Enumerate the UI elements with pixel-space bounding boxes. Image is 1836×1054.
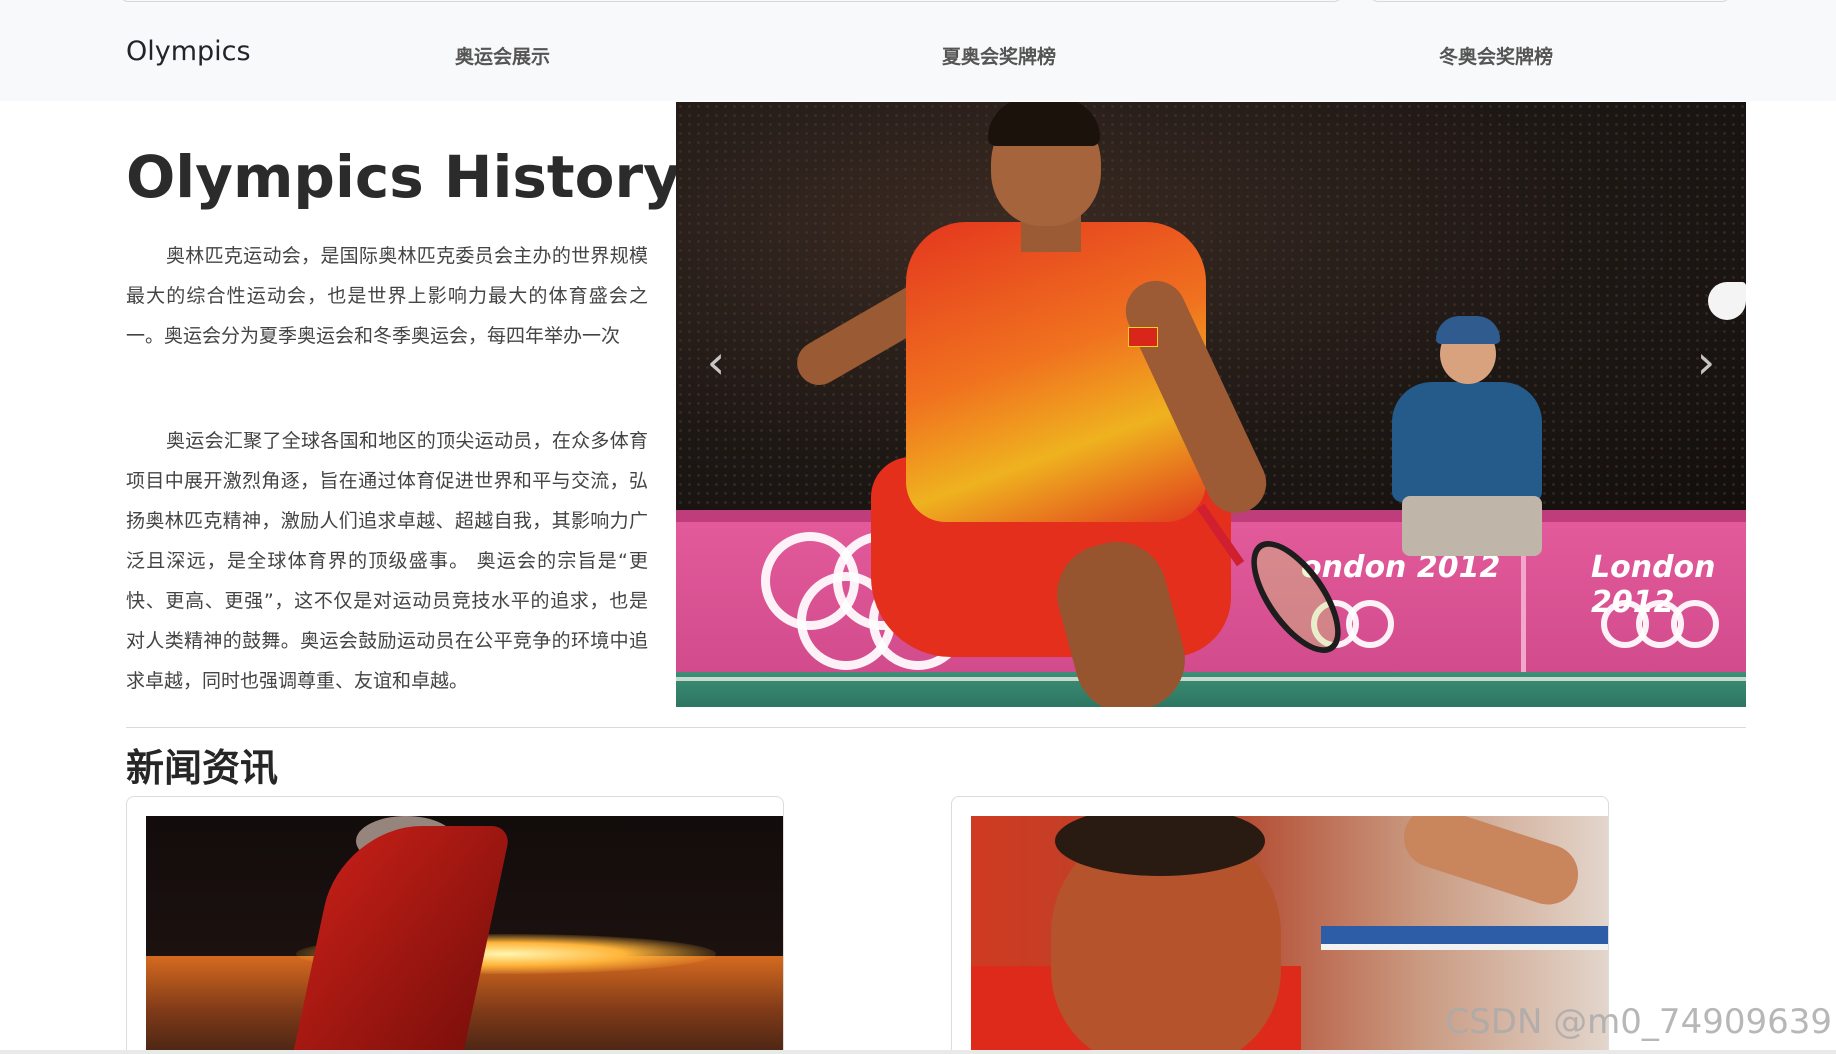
browser-bar-edge (1370, 0, 1730, 2)
nav-link-summer-medal-table[interactable]: 夏奥会奖牌榜 (942, 42, 1056, 69)
brand-logo[interactable]: Olympics (126, 36, 251, 67)
chevron-left-icon: ‹ (706, 335, 726, 389)
carousel-next-button[interactable]: › (1666, 322, 1746, 402)
intro-paragraph-1: 奥林匹克运动会，是国际奥林匹克委员会主办的世界规模最大的综合性运动会，也是世界上… (126, 245, 648, 347)
nav-link-olympics-showcase[interactable]: 奥运会展示 (455, 42, 550, 69)
watermark: CSDN @m0_74909639 (1445, 1002, 1832, 1042)
browser-bar-edge (120, 0, 1342, 2)
page-title: Olympics History (126, 143, 681, 211)
news-section-title: 新闻资讯 (126, 746, 279, 790)
news-card[interactable] (126, 796, 784, 1054)
shuttlecock-icon (1708, 282, 1746, 320)
top-navbar: Olympics 奥运会展示 夏奥会奖牌榜 冬奥会奖牌榜 (0, 0, 1836, 101)
nav-link-winter-medal-table[interactable]: 冬奥会奖牌榜 (1439, 42, 1553, 69)
hero-carousel[interactable]: ondon 2012 London 2012 ‹ › (676, 102, 1746, 707)
hurdle-bar (1321, 926, 1608, 944)
chevron-right-icon: › (1696, 335, 1716, 389)
board-text: London 2012 (1591, 550, 1716, 620)
section-divider (126, 727, 1746, 728)
news-card-image[interactable] (146, 816, 783, 1054)
carousel-prev-button[interactable]: ‹ (676, 322, 756, 402)
intro-paragraph-2: 奥运会汇聚了全球各国和地区的顶尖运动员，在众多体育项目中展开激烈角逐，旨在通过体… (126, 430, 648, 692)
china-flag-icon (1128, 327, 1158, 347)
